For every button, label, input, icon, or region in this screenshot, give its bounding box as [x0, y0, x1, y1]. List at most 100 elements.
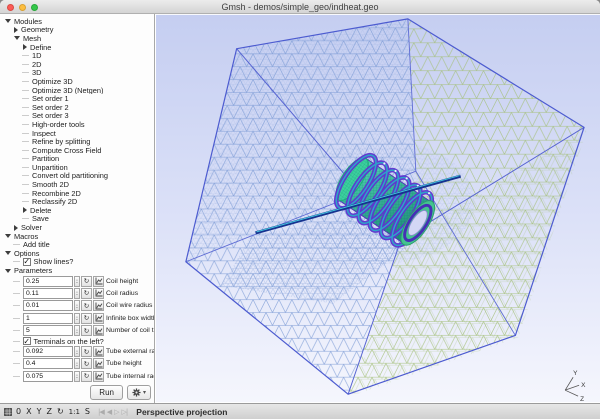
tree-item-set-order-1[interactable]: Set order 1: [0, 94, 154, 103]
tree-item-tube-internal-radius[interactable]: :↻ Tube internal radius: [0, 370, 154, 382]
param-graph-icon[interactable]: [93, 358, 104, 370]
param-loop-button[interactable]: ↻: [81, 370, 92, 382]
tree-item-1d[interactable]: 1D: [0, 51, 154, 60]
param-graph-icon[interactable]: [93, 300, 104, 312]
tree-item-show-lines[interactable]: ✓ Show lines?: [0, 258, 154, 266]
tree-item-save[interactable]: Save: [0, 215, 154, 223]
tree-item-high-order-tools[interactable]: High-order tools: [0, 120, 154, 129]
param-choices-button[interactable]: :: [74, 300, 80, 312]
tree-item-partition[interactable]: Partition: [0, 155, 154, 163]
tree-branch-define[interactable]: Define: [0, 43, 154, 51]
tree-branch-geometry[interactable]: Geometry: [0, 26, 154, 34]
tree-branch-macros[interactable]: Macros: [0, 232, 154, 240]
param-choices-button[interactable]: :: [74, 325, 80, 337]
tree-item-reclassify-2d[interactable]: Reclassify 2D: [0, 197, 154, 206]
expanded-arrow-icon[interactable]: [5, 268, 11, 273]
param-input-coil-radius[interactable]: [23, 287, 73, 299]
collapsed-arrow-icon[interactable]: [23, 44, 27, 51]
tree-branch-modules[interactable]: Modules: [0, 17, 154, 26]
expanded-arrow-icon[interactable]: [5, 19, 11, 24]
tree-item-tube-height[interactable]: :↻ Tube height: [0, 358, 154, 370]
collapsed-arrow-icon[interactable]: [23, 207, 27, 214]
graphic-viewport[interactable]: Y X Z: [156, 14, 600, 403]
tree-item-tube-external-radius[interactable]: :↻ Tube external radius: [0, 345, 154, 358]
tree-item-unpartition[interactable]: Unpartition: [0, 163, 154, 172]
minimize-window-icon[interactable]: [19, 3, 26, 11]
tree-item-refine-by-splitting[interactable]: Refine by splitting: [0, 137, 154, 146]
tree-item-terminals-on-the-left[interactable]: ✓ Terminals on the left?: [0, 337, 154, 345]
param-input-tube-external-radius[interactable]: [23, 346, 73, 358]
param-choices-button[interactable]: :: [74, 346, 80, 358]
tree-item-inspect[interactable]: Inspect: [0, 129, 154, 137]
tree-item-set-order-2[interactable]: Set order 2: [0, 103, 154, 112]
play-button[interactable]: ▷: [114, 408, 119, 416]
param-choices-button[interactable]: :: [74, 312, 80, 324]
step-forward-button[interactable]: ▷|: [122, 408, 129, 416]
param-input-tube-height[interactable]: [23, 358, 73, 370]
param-choices-button[interactable]: :: [74, 275, 80, 287]
tree-branch-parameters[interactable]: Parameters: [0, 266, 154, 275]
tree-item-recombine-2d[interactable]: Recombine 2D: [0, 189, 154, 197]
tree-item-add-title[interactable]: Add title: [0, 240, 154, 249]
param-input-number-of-coil-turns[interactable]: [23, 325, 73, 337]
param-input-tube-internal-radius[interactable]: [23, 370, 73, 382]
tree-item-compute-cross-field[interactable]: Compute Cross Field: [0, 146, 154, 155]
expanded-arrow-icon[interactable]: [14, 36, 20, 41]
tree-item-number-of-coil-turns[interactable]: :↻ Number of coil turns: [0, 324, 154, 337]
view-z-button[interactable]: Z: [46, 404, 51, 419]
tree-item-coil-wire-radius[interactable]: :↻ Coil wire radius: [0, 300, 154, 312]
status-grid-icon[interactable]: [4, 403, 12, 419]
checkbox-terminals-on-the-left[interactable]: ✓: [23, 337, 31, 345]
tree-item-coil-radius[interactable]: :↻ Coil radius: [0, 287, 154, 299]
rotate-view-button[interactable]: ↻: [57, 404, 64, 419]
reset-view-button[interactable]: 0: [16, 404, 21, 419]
tree-item-set-order-3[interactable]: Set order 3: [0, 112, 154, 120]
run-button[interactable]: Run: [90, 385, 123, 400]
param-loop-button[interactable]: ↻: [81, 312, 92, 324]
tree-branch-solver[interactable]: Solver: [0, 223, 154, 232]
tree-item-3d[interactable]: 3D: [0, 69, 154, 77]
param-input-coil-height[interactable]: [23, 275, 73, 287]
step-back-button[interactable]: ◀: [107, 408, 112, 416]
tree-branch-mesh[interactable]: Mesh: [0, 34, 154, 43]
param-choices-button[interactable]: :: [74, 287, 80, 299]
tree-branch-options[interactable]: Options: [0, 249, 154, 258]
param-choices-button[interactable]: :: [74, 370, 80, 382]
param-loop-button[interactable]: ↻: [81, 325, 92, 337]
param-graph-icon[interactable]: [93, 287, 104, 299]
snap-button[interactable]: S: [85, 404, 90, 419]
tree-item-infinite-box-width[interactable]: :↻ Infinite box width: [0, 312, 154, 324]
collapsed-arrow-icon[interactable]: [14, 26, 18, 33]
solver-settings-button[interactable]: ▾: [126, 385, 151, 400]
view-x-button[interactable]: X: [26, 404, 31, 419]
param-graph-icon[interactable]: [93, 325, 104, 337]
expanded-arrow-icon[interactable]: [5, 234, 11, 239]
param-loop-button[interactable]: ↻: [81, 346, 92, 358]
collapsed-arrow-icon[interactable]: [14, 224, 18, 231]
tree-item-optimize-3d-netgen[interactable]: Optimize 3D (Netgen): [0, 86, 154, 94]
tree-item-smooth-2d[interactable]: Smooth 2D: [0, 180, 154, 189]
tree-item-convert-old-partitioning[interactable]: Convert old partitioning: [0, 172, 154, 180]
param-loop-button[interactable]: ↻: [81, 358, 92, 370]
view-y-button[interactable]: Y: [37, 404, 42, 419]
param-graph-icon[interactable]: [93, 312, 104, 324]
param-loop-button[interactable]: ↻: [81, 275, 92, 287]
zoom-window-icon[interactable]: [31, 3, 38, 11]
checkbox-show-lines[interactable]: ✓: [23, 258, 31, 266]
param-loop-button[interactable]: ↻: [81, 287, 92, 299]
rewind-button[interactable]: |◀: [98, 408, 105, 416]
param-input-coil-wire-radius[interactable]: [23, 300, 73, 312]
param-choices-button[interactable]: :: [74, 358, 80, 370]
param-graph-icon[interactable]: [93, 275, 104, 287]
tree-item-2d[interactable]: 2D: [0, 60, 154, 69]
close-window-icon[interactable]: [7, 3, 14, 11]
title-bar[interactable]: Gmsh - demos/simple_geo/indheat.geo: [0, 0, 600, 14]
tree-branch-delete[interactable]: Delete: [0, 206, 154, 215]
zoom-one-to-one-button[interactable]: 1:1: [69, 404, 80, 419]
param-loop-button[interactable]: ↻: [81, 300, 92, 312]
expanded-arrow-icon[interactable]: [5, 251, 11, 256]
tree-item-coil-height[interactable]: :↻ Coil height: [0, 275, 154, 287]
param-graph-icon[interactable]: [93, 370, 104, 382]
param-graph-icon[interactable]: [93, 346, 104, 358]
param-input-infinite-box-width[interactable]: [23, 312, 73, 324]
